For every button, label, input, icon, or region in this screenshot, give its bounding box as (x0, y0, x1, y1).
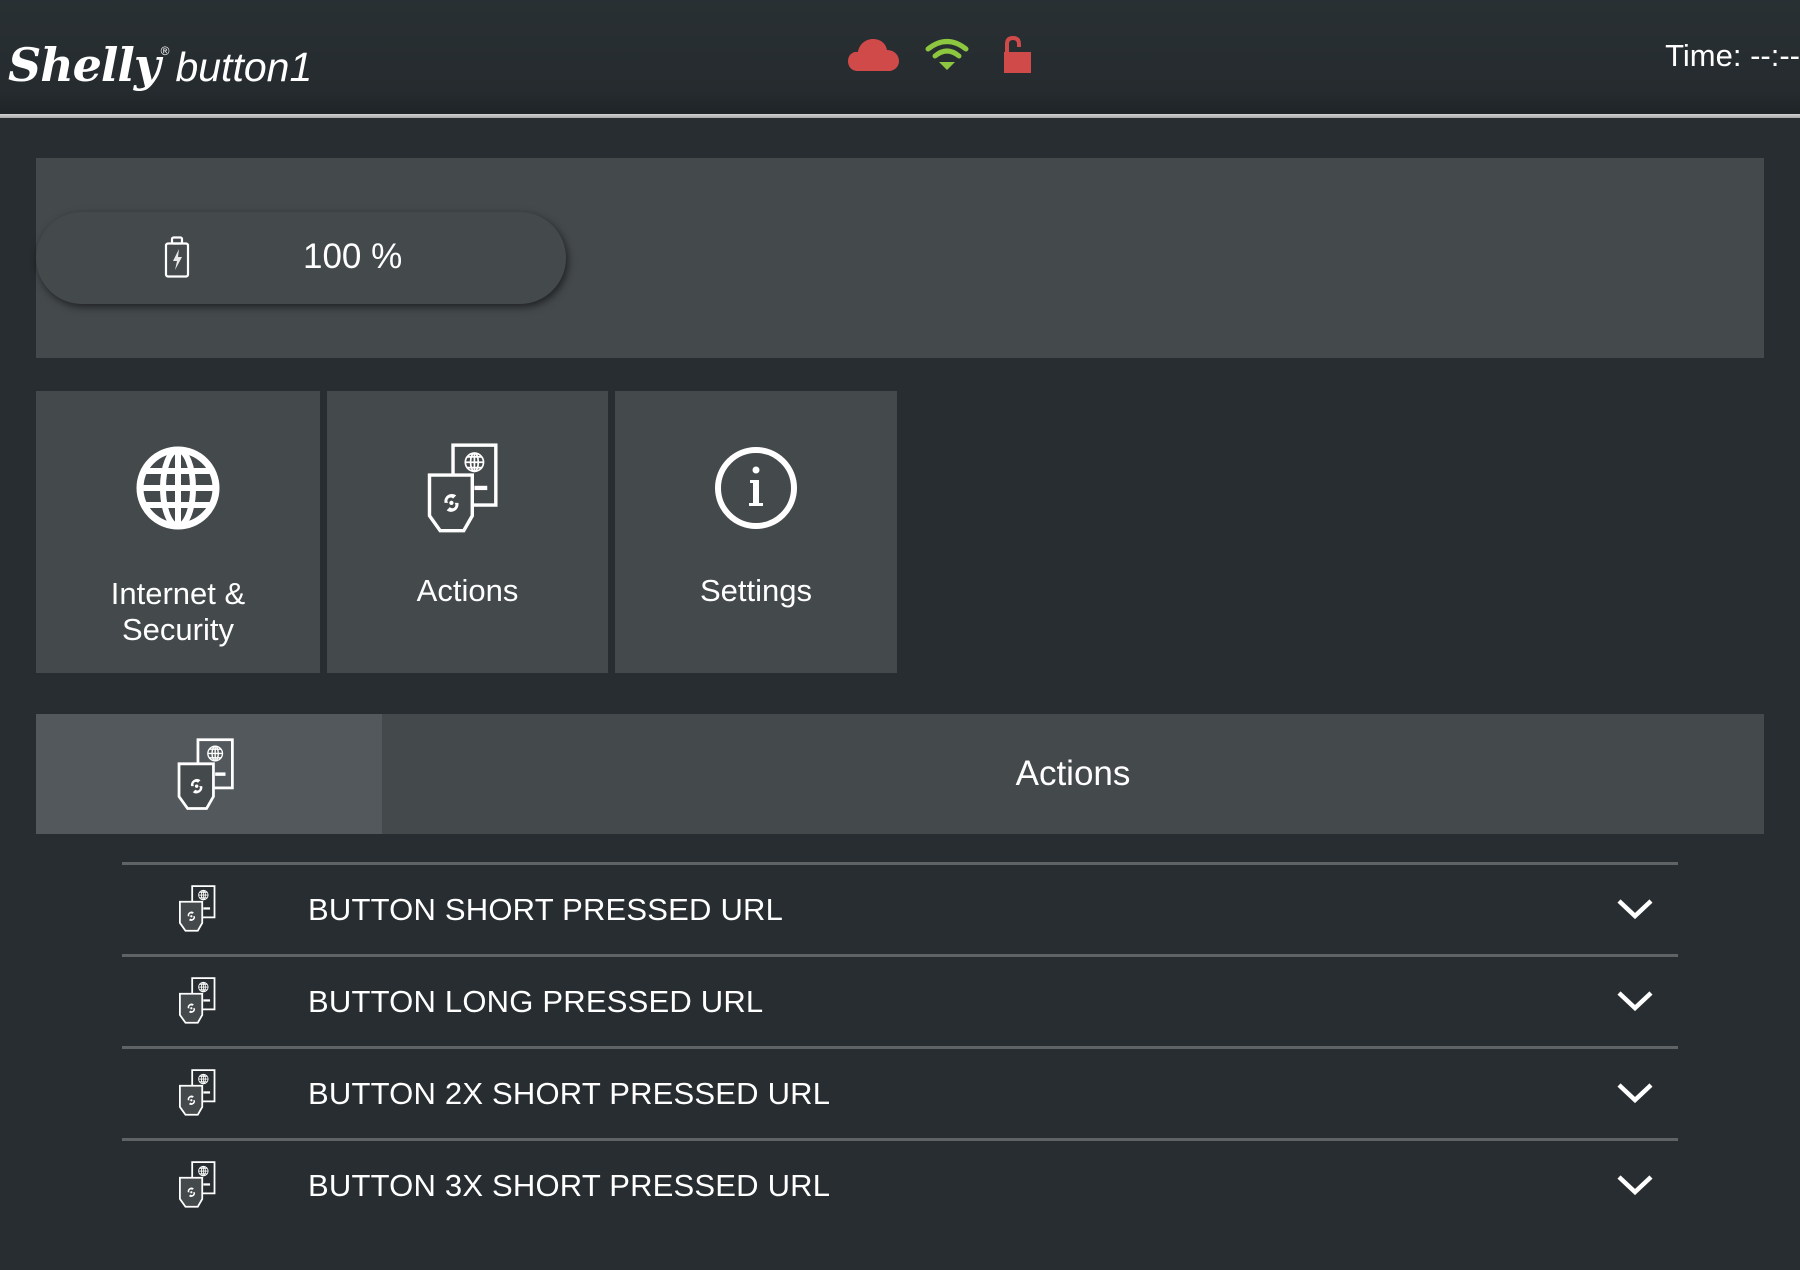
top-bar: Shelly ® button1 Time: --:-- (0, 0, 1800, 114)
registered-mark: ® (160, 44, 170, 58)
globe-icon (135, 445, 221, 536)
actions-icon (177, 1161, 223, 1214)
chevron-down-icon[interactable] (1616, 989, 1654, 1018)
actions-icon (177, 977, 223, 1030)
action-label: BUTTON 2X SHORT PRESSED URL (308, 1076, 831, 1111)
actions-section-header: Actions (36, 714, 1764, 834)
device-model: button1 (175, 44, 313, 90)
tile-internet-security[interactable]: Internet & Security (36, 391, 320, 673)
action-row-3x-short-pressed[interactable]: BUTTON 3X SHORT PRESSED URL (122, 1138, 1678, 1230)
cloud-icon[interactable] (848, 38, 900, 72)
section-title: Actions (1015, 754, 1131, 793)
actions-list: BUTTON SHORT PRESSED URL BUTTON LONG PRE… (122, 862, 1678, 1230)
brand-logo: Shelly (8, 38, 161, 92)
status-icons (848, 36, 1032, 74)
chevron-down-icon[interactable] (1616, 1081, 1654, 1110)
tile-label-line: Security (122, 612, 234, 647)
battery-panel: 100 % (36, 158, 1764, 358)
action-row-2x-short-pressed[interactable]: BUTTON 2X SHORT PRESSED URL (122, 1046, 1678, 1138)
wifi-icon[interactable] (924, 38, 970, 72)
tile-actions[interactable]: Actions (327, 391, 608, 673)
actions-icon (425, 443, 511, 540)
tile-settings[interactable]: Settings (615, 391, 897, 673)
logo: Shelly ® button1 (8, 28, 312, 88)
tile-label-line: Internet & (110, 576, 246, 611)
chevron-down-icon[interactable] (1616, 1173, 1654, 1202)
actions-icon (174, 738, 246, 817)
chevron-down-icon[interactable] (1616, 897, 1654, 926)
time-display: Time: --:-- (1665, 38, 1800, 73)
action-row-long-pressed[interactable]: BUTTON LONG PRESSED URL (122, 954, 1678, 1046)
battery-charging-icon (164, 236, 190, 283)
lock-icon[interactable] (1002, 36, 1032, 74)
header-divider (0, 114, 1800, 118)
tile-label: Settings (699, 573, 812, 608)
info-icon (713, 445, 799, 536)
tile-label: Internet & Security (36, 576, 320, 648)
battery-status: 100 % (36, 212, 566, 304)
tile-label: Actions (416, 573, 519, 608)
section-icon-box (36, 714, 382, 834)
actions-icon (177, 885, 223, 938)
action-row-short-pressed[interactable]: BUTTON SHORT PRESSED URL (122, 862, 1678, 954)
actions-icon (177, 1069, 223, 1122)
action-label: BUTTON LONG PRESSED URL (308, 984, 764, 1019)
battery-level: 100 % (303, 237, 403, 276)
action-label: BUTTON SHORT PRESSED URL (308, 892, 784, 927)
action-label: BUTTON 3X SHORT PRESSED URL (308, 1168, 831, 1203)
